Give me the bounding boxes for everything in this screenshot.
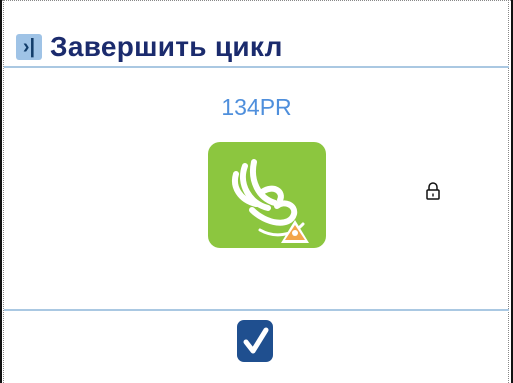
left-border bbox=[0, 0, 2, 383]
page-title: Завершить цикл bbox=[50, 31, 283, 62]
skip-forward-icon[interactable]: ›| bbox=[16, 34, 42, 60]
left-dotted-border bbox=[3, 0, 5, 383]
cycle-code-label: 134PR bbox=[221, 94, 292, 120]
header: ›| Завершить цикл bbox=[8, 30, 283, 64]
screen-frame: ›| Завершить цикл 134PR bbox=[0, 0, 513, 383]
lock-icon bbox=[426, 182, 440, 200]
top-dotted-border bbox=[0, 0, 513, 3]
check-icon bbox=[243, 327, 269, 354]
hand-with-water-warning-icon bbox=[232, 159, 309, 243]
right-dotted-border bbox=[508, 0, 510, 383]
header-divider bbox=[4, 66, 509, 68]
cycle-mode-tile[interactable] bbox=[208, 142, 326, 248]
confirm-button[interactable] bbox=[237, 320, 273, 362]
footer-divider bbox=[4, 309, 509, 311]
